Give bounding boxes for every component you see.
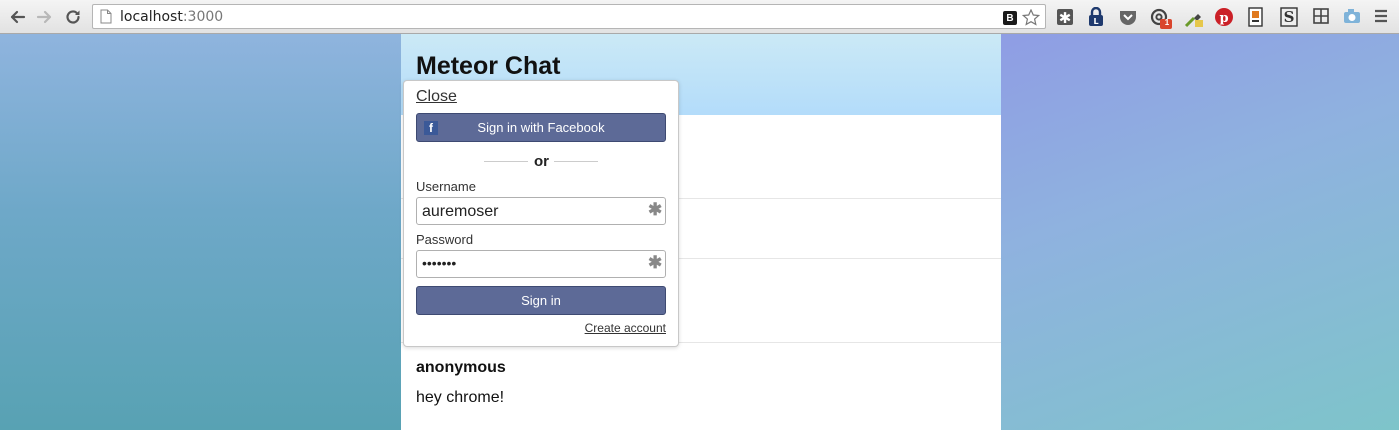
- create-account-link[interactable]: Create account: [585, 321, 666, 335]
- password-field[interactable]: ••••••• ✱: [416, 250, 666, 278]
- asterisk-ext-icon[interactable]: ✱: [1055, 7, 1075, 27]
- reload-icon[interactable]: [63, 7, 83, 27]
- address-bar[interactable]: localhost:3000 B: [92, 4, 1046, 29]
- required-icon: ✱: [648, 200, 663, 219]
- or-label: or: [534, 153, 549, 170]
- camera-ext-icon[interactable]: [1342, 7, 1362, 27]
- or-separator: or: [484, 153, 598, 170]
- login-dropdown: Close f Sign in with Facebook or Usernam…: [403, 80, 679, 347]
- close-link[interactable]: Close: [416, 88, 457, 106]
- url-text: localhost:3000: [120, 9, 223, 25]
- url-host: localhost: [120, 9, 183, 25]
- password-label: Password: [416, 232, 474, 247]
- svg-text:✱: ✱: [1059, 9, 1072, 27]
- facebook-signin-button[interactable]: f Sign in with Facebook: [416, 113, 666, 142]
- pinterest-ext-icon[interactable]: p: [1214, 7, 1234, 27]
- username-field[interactable]: auremoser ✱: [416, 197, 666, 225]
- username-value: auremoser: [422, 203, 499, 220]
- dropper-ext-icon[interactable]: [1183, 7, 1203, 28]
- page-icon: [100, 9, 112, 29]
- required-icon: ✱: [648, 253, 663, 272]
- mail-badge: 1: [1164, 18, 1170, 27]
- message-text: hey chrome!: [416, 389, 505, 406]
- s-ext-letter: S: [1283, 8, 1295, 26]
- mail-ext-icon[interactable]: 1: [1149, 7, 1172, 29]
- pocket-ext-icon[interactable]: [1118, 7, 1138, 27]
- menu-icon[interactable]: [1372, 7, 1392, 27]
- facebook-icon: f: [424, 121, 438, 135]
- back-icon[interactable]: [7, 7, 27, 27]
- bookmarklet-icon[interactable]: B: [1003, 11, 1017, 25]
- username-label: Username: [416, 179, 476, 194]
- browser-toolbar: localhost:3000 B ✱ L 1 p S: [0, 0, 1399, 34]
- grid-ext-icon[interactable]: [1312, 7, 1332, 27]
- lock-ext-icon[interactable]: L: [1086, 6, 1106, 27]
- password-value: •••••••: [422, 255, 457, 271]
- url-port: :3000: [182, 9, 224, 25]
- s-ext-icon[interactable]: S: [1280, 7, 1300, 27]
- page-background-right: [1001, 34, 1399, 430]
- app-title: Meteor Chat: [416, 52, 561, 80]
- svg-text:L: L: [1093, 17, 1098, 26]
- bookmark-ext-icon[interactable]: [1248, 7, 1268, 27]
- signin-button[interactable]: Sign in: [416, 286, 666, 315]
- svg-text:p: p: [1219, 11, 1228, 26]
- or-line-right: [554, 161, 598, 162]
- facebook-signin-label: Sign in with Facebook: [477, 120, 605, 135]
- message-author: anonymous: [416, 359, 506, 376]
- or-line-left: [484, 161, 528, 162]
- forward-icon[interactable]: [35, 7, 55, 27]
- star-icon[interactable]: [1021, 8, 1041, 31]
